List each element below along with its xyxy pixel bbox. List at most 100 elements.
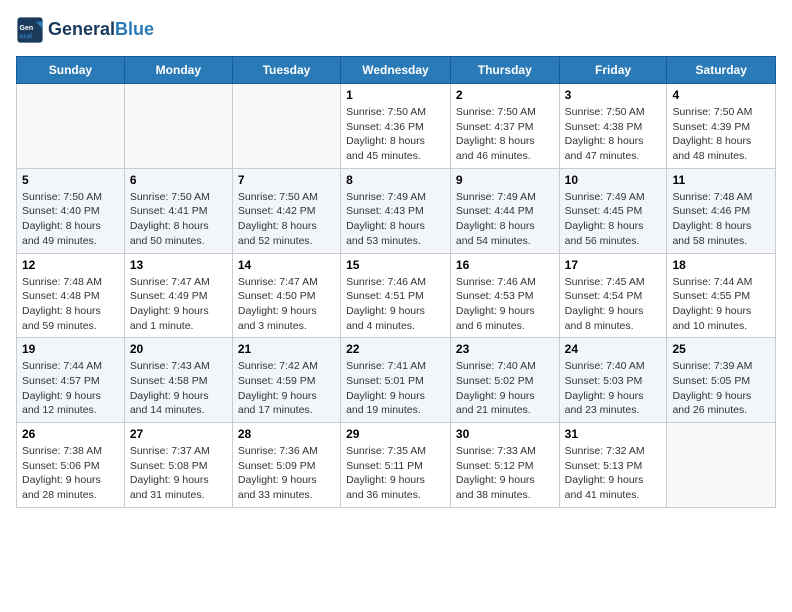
calendar-cell: 21 Sunrise: 7:42 AM Sunset: 4:59 PM Dayli… [232,338,340,423]
day-number: 9 [456,173,554,187]
svg-text:eral: eral [20,33,33,40]
calendar-cell [667,423,776,508]
day-number: 30 [456,427,554,441]
day-number: 18 [672,258,770,272]
day-info: Sunrise: 7:41 AM Sunset: 5:01 PM Dayligh… [346,359,445,418]
day-info: Sunrise: 7:44 AM Sunset: 4:55 PM Dayligh… [672,275,770,334]
day-number: 16 [456,258,554,272]
day-info: Sunrise: 7:45 AM Sunset: 4:54 PM Dayligh… [565,275,662,334]
calendar-table: SundayMondayTuesdayWednesdayThursdayFrid… [16,56,776,508]
day-info: Sunrise: 7:44 AM Sunset: 4:57 PM Dayligh… [22,359,119,418]
calendar-cell: 6 Sunrise: 7:50 AM Sunset: 4:41 PM Daylig… [124,168,232,253]
calendar-cell: 26 Sunrise: 7:38 AM Sunset: 5:06 PM Dayli… [17,423,125,508]
day-info: Sunrise: 7:38 AM Sunset: 5:06 PM Dayligh… [22,444,119,503]
day-number: 12 [22,258,119,272]
logo-text: GeneralBlue [48,20,154,40]
week-row-1: 1 Sunrise: 7:50 AM Sunset: 4:36 PM Daylig… [17,84,776,169]
calendar-cell: 17 Sunrise: 7:45 AM Sunset: 4:54 PM Dayli… [559,253,667,338]
calendar-cell: 16Sunrise: 7:46 AM Sunset: 4:53 PM Dayli… [450,253,559,338]
day-info: Sunrise: 7:46 AM Sunset: 4:51 PM Dayligh… [346,275,445,334]
day-info: Sunrise: 7:50 AM Sunset: 4:36 PM Dayligh… [346,105,445,164]
calendar-cell: 28Sunrise: 7:36 AM Sunset: 5:09 PM Dayli… [232,423,340,508]
calendar-cell: 15 Sunrise: 7:46 AM Sunset: 4:51 PM Dayli… [341,253,451,338]
day-number: 22 [346,342,445,356]
day-number: 25 [672,342,770,356]
day-number: 8 [346,173,445,187]
day-number: 29 [346,427,445,441]
day-info: Sunrise: 7:50 AM Sunset: 4:40 PM Dayligh… [22,190,119,249]
calendar-cell: 10 Sunrise: 7:49 AM Sunset: 4:45 PM Dayli… [559,168,667,253]
calendar-cell [124,84,232,169]
day-number: 2 [456,88,554,102]
calendar-cell: 29 Sunrise: 7:35 AM Sunset: 5:11 PM Dayli… [341,423,451,508]
day-number: 19 [22,342,119,356]
calendar-cell: 13Sunrise: 7:47 AM Sunset: 4:49 PM Dayli… [124,253,232,338]
day-number: 17 [565,258,662,272]
day-number: 31 [565,427,662,441]
page-header: Gen eral GeneralBlue [16,16,776,44]
day-number: 7 [238,173,335,187]
day-info: Sunrise: 7:39 AM Sunset: 5:05 PM Dayligh… [672,359,770,418]
header-row: SundayMondayTuesdayWednesdayThursdayFrid… [17,57,776,84]
day-info: Sunrise: 7:49 AM Sunset: 4:45 PM Dayligh… [565,190,662,249]
day-info: Sunrise: 7:32 AM Sunset: 5:13 PM Dayligh… [565,444,662,503]
week-row-2: 5Sunrise: 7:50 AM Sunset: 4:40 PM Daylig… [17,168,776,253]
day-header-wednesday: Wednesday [341,57,451,84]
day-info: Sunrise: 7:33 AM Sunset: 5:12 PM Dayligh… [456,444,554,503]
calendar-cell: 8 Sunrise: 7:49 AM Sunset: 4:43 PM Daylig… [341,168,451,253]
calendar-cell [232,84,340,169]
calendar-cell: 31 Sunrise: 7:32 AM Sunset: 5:13 PM Dayli… [559,423,667,508]
day-info: Sunrise: 7:43 AM Sunset: 4:58 PM Dayligh… [130,359,227,418]
day-info: Sunrise: 7:49 AM Sunset: 4:43 PM Dayligh… [346,190,445,249]
calendar-cell: 11Sunrise: 7:48 AM Sunset: 4:46 PM Dayli… [667,168,776,253]
day-info: Sunrise: 7:35 AM Sunset: 5:11 PM Dayligh… [346,444,445,503]
day-number: 21 [238,342,335,356]
calendar-cell: 14 Sunrise: 7:47 AM Sunset: 4:50 PM Dayli… [232,253,340,338]
calendar-cell: 3Sunrise: 7:50 AM Sunset: 4:38 PM Daylig… [559,84,667,169]
day-header-sunday: Sunday [17,57,125,84]
calendar-cell: 5Sunrise: 7:50 AM Sunset: 4:40 PM Daylig… [17,168,125,253]
day-info: Sunrise: 7:50 AM Sunset: 4:41 PM Dayligh… [130,190,227,249]
day-number: 6 [130,173,227,187]
day-number: 10 [565,173,662,187]
day-info: Sunrise: 7:50 AM Sunset: 4:38 PM Dayligh… [565,105,662,164]
calendar-cell: 4Sunrise: 7:50 AM Sunset: 4:39 PM Daylig… [667,84,776,169]
day-number: 24 [565,342,662,356]
day-header-saturday: Saturday [667,57,776,84]
week-row-5: 26 Sunrise: 7:38 AM Sunset: 5:06 PM Dayli… [17,423,776,508]
day-number: 23 [456,342,554,356]
day-header-monday: Monday [124,57,232,84]
calendar-cell [17,84,125,169]
day-info: Sunrise: 7:48 AM Sunset: 4:48 PM Dayligh… [22,275,119,334]
calendar-cell: 30 Sunrise: 7:33 AM Sunset: 5:12 PM Dayli… [450,423,559,508]
day-number: 1 [346,88,445,102]
calendar-cell: 19 Sunrise: 7:44 AM Sunset: 4:57 PM Dayli… [17,338,125,423]
calendar-cell: 7Sunrise: 7:50 AM Sunset: 4:42 PM Daylig… [232,168,340,253]
calendar-cell: 24 Sunrise: 7:40 AM Sunset: 5:03 PM Dayli… [559,338,667,423]
day-header-tuesday: Tuesday [232,57,340,84]
week-row-4: 19 Sunrise: 7:44 AM Sunset: 4:57 PM Dayli… [17,338,776,423]
day-info: Sunrise: 7:47 AM Sunset: 4:50 PM Dayligh… [238,275,335,334]
day-number: 15 [346,258,445,272]
logo-icon: Gen eral [16,16,44,44]
day-number: 20 [130,342,227,356]
day-info: Sunrise: 7:50 AM Sunset: 4:37 PM Dayligh… [456,105,554,164]
calendar-cell: 23 Sunrise: 7:40 AM Sunset: 5:02 PM Dayli… [450,338,559,423]
day-number: 13 [130,258,227,272]
day-header-thursday: Thursday [450,57,559,84]
day-info: Sunrise: 7:49 AM Sunset: 4:44 PM Dayligh… [456,190,554,249]
calendar-cell: 9 Sunrise: 7:49 AM Sunset: 4:44 PM Daylig… [450,168,559,253]
day-info: Sunrise: 7:42 AM Sunset: 4:59 PM Dayligh… [238,359,335,418]
svg-text:Gen: Gen [20,25,34,32]
calendar-cell: 12 Sunrise: 7:48 AM Sunset: 4:48 PM Dayli… [17,253,125,338]
calendar-cell: 22 Sunrise: 7:41 AM Sunset: 5:01 PM Dayli… [341,338,451,423]
day-info: Sunrise: 7:40 AM Sunset: 5:03 PM Dayligh… [565,359,662,418]
calendar-cell: 27Sunrise: 7:37 AM Sunset: 5:08 PM Dayli… [124,423,232,508]
day-number: 26 [22,427,119,441]
logo: Gen eral GeneralBlue [16,16,154,44]
day-number: 14 [238,258,335,272]
day-number: 11 [672,173,770,187]
day-info: Sunrise: 7:40 AM Sunset: 5:02 PM Dayligh… [456,359,554,418]
day-header-friday: Friday [559,57,667,84]
day-number: 27 [130,427,227,441]
